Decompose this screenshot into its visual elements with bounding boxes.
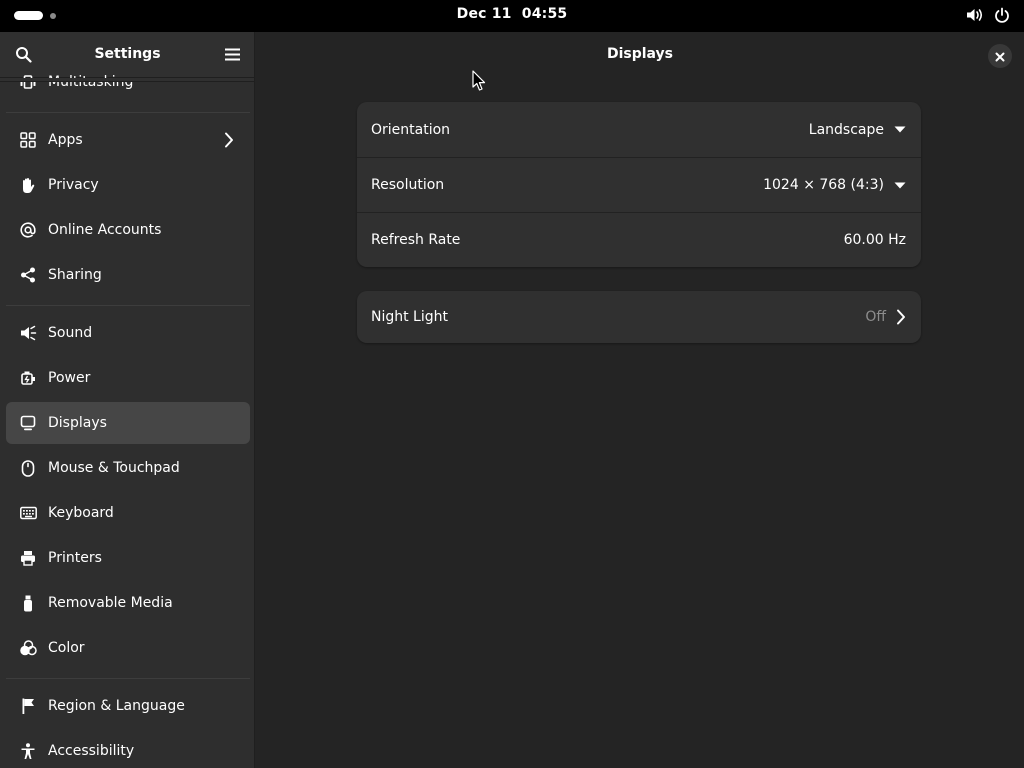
sidebar-item-printers[interactable]: Printers	[6, 537, 250, 579]
display-settings-card: Orientation Landscape Resolution 1024 × …	[357, 102, 921, 267]
sidebar-item-apps[interactable]: Apps	[6, 119, 250, 161]
sidebar-item-label: Multitasking	[48, 74, 134, 90]
chevron-right-icon	[896, 309, 906, 325]
sidebar-title-text: Settings	[94, 46, 161, 62]
sidebar-separator	[6, 112, 250, 113]
mouse-icon	[19, 459, 37, 477]
close-button[interactable]	[988, 44, 1012, 68]
chevron-right-icon	[224, 132, 234, 152]
sidebar-item-displays[interactable]: Displays	[6, 402, 250, 444]
sidebar-title: Settings	[0, 46, 254, 62]
clock-date: Dec 11	[456, 6, 512, 22]
sidebar-item-multitasking[interactable]: Multitasking	[6, 61, 250, 103]
workspace-active-pill[interactable]	[14, 11, 43, 20]
sidebar-item-label: Accessibility	[48, 743, 135, 759]
sidebar-item-label: Sharing	[48, 267, 102, 283]
night-light-card: Night Light Off	[357, 291, 921, 343]
page-title-text: Displays	[606, 46, 674, 62]
dropdown-arrow-icon[interactable]	[894, 182, 906, 189]
night-light-status: Off	[865, 309, 886, 325]
refresh-rate-row: Refresh Rate 60.00 Hz	[357, 212, 921, 267]
usb-drive-icon	[19, 594, 37, 612]
orientation-label: Orientation	[371, 121, 451, 138]
sidebar-item-label: Printers	[48, 550, 102, 566]
clock-time: 04:55	[521, 6, 568, 22]
sidebar-separator	[6, 305, 250, 306]
speaker-icon	[19, 324, 37, 342]
header-overlap	[0, 78, 254, 82]
sidebar-item-label: Sound	[48, 325, 93, 341]
at-sign-icon	[19, 221, 37, 239]
sidebar-item-label: Displays	[48, 415, 107, 431]
hamburger-menu-icon[interactable]	[225, 48, 240, 61]
sidebar-item-label: Privacy	[48, 177, 99, 193]
sidebar-item-label: Apps	[48, 132, 83, 148]
sidebar-item-region-language[interactable]: Region & Language	[6, 685, 250, 727]
sidebar-item-label: Removable Media	[48, 595, 173, 611]
power-plug-icon	[19, 369, 37, 387]
flag-icon	[19, 697, 37, 715]
refresh-rate-value: 60.00 Hz	[843, 232, 906, 248]
sidebar-item-accessibility[interactable]: Accessibility	[6, 730, 250, 768]
color-icon	[19, 639, 37, 657]
system-tray[interactable]	[966, 7, 1010, 23]
displays-panel: Displays Orientation Landscape Resolutio…	[256, 32, 1024, 768]
multitasking-icon	[19, 73, 37, 91]
sidebar-item-label: Power	[48, 370, 91, 386]
clock-button[interactable]: Dec 11 04:55	[457, 6, 568, 22]
display-icon	[19, 414, 37, 432]
sidebar-item-label: Online Accounts	[48, 222, 162, 238]
sidebar-item-removable-media[interactable]: Removable Media	[6, 582, 250, 624]
resolution-label: Resolution	[371, 177, 445, 193]
sidebar-item-privacy[interactable]: Privacy	[6, 164, 250, 206]
sidebar-item-keyboard[interactable]: Keyboard	[6, 492, 250, 534]
sidebar-item-label: Mouse & Touchpad	[48, 460, 180, 476]
orientation-row[interactable]: Orientation Landscape	[357, 102, 921, 157]
dropdown-arrow-icon[interactable]	[894, 126, 906, 133]
keyboard-icon	[19, 504, 37, 522]
sidebar-item-label: Region & Language	[48, 698, 185, 714]
volume-icon[interactable]	[966, 7, 984, 23]
printer-icon	[19, 549, 37, 567]
accessibility-icon	[19, 742, 37, 760]
refresh-rate-label: Refresh Rate	[371, 232, 461, 248]
workspace-dot[interactable]	[50, 12, 56, 19]
hand-icon	[19, 176, 37, 194]
share-icon	[19, 266, 37, 284]
power-icon[interactable]	[994, 7, 1010, 23]
activities-indicator[interactable]	[14, 11, 56, 20]
page-title: Displays	[256, 46, 1024, 62]
top-bar: Dec 11 04:55	[0, 0, 1024, 32]
resolution-dropdown-value[interactable]: 1024 × 768 (4:3)	[763, 177, 884, 193]
sidebar-item-sound[interactable]: Sound	[6, 312, 250, 354]
sidebar-item-label: Keyboard	[48, 505, 114, 521]
apps-grid-icon	[19, 131, 37, 149]
sidebar-item-power[interactable]: Power	[6, 357, 250, 399]
orientation-dropdown-value[interactable]: Landscape	[809, 122, 884, 138]
night-light-label: Night Light	[371, 309, 448, 325]
settings-sidebar: Settings Multitasking Apps Privacy Onlin…	[0, 32, 255, 768]
sidebar-item-online-accounts[interactable]: Online Accounts	[6, 209, 250, 251]
sidebar-item-sharing[interactable]: Sharing	[6, 254, 250, 296]
resolution-row[interactable]: Resolution 1024 × 768 (4:3)	[357, 157, 921, 212]
sidebar-separator	[6, 678, 250, 679]
sidebar-item-color[interactable]: Color	[6, 627, 250, 669]
night-light-row[interactable]: Night Light Off	[357, 291, 921, 343]
sidebar-item-mouse-touchpad[interactable]: Mouse & Touchpad	[6, 447, 250, 489]
clock: Dec 11 04:55	[0, 6, 1024, 22]
sidebar-item-label: Color	[48, 640, 85, 656]
mouse-pointer-icon	[472, 70, 486, 96]
close-icon	[995, 47, 1005, 66]
